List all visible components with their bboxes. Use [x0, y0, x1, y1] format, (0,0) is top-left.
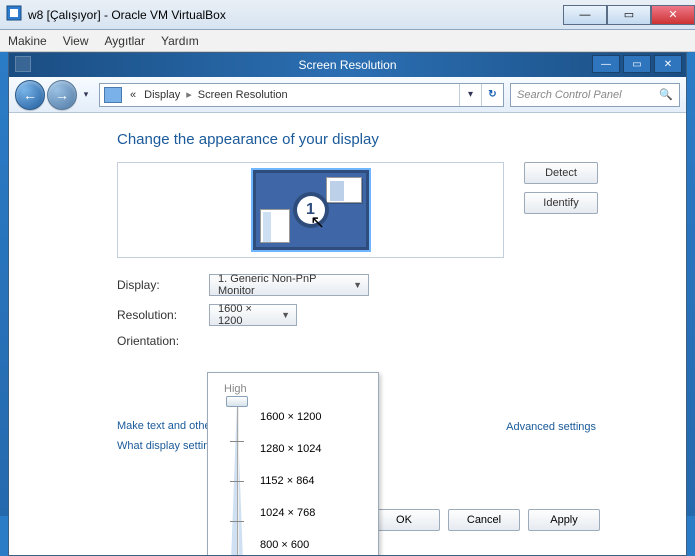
monitor-preview[interactable]: 1: [117, 162, 504, 258]
breadcrumb-display[interactable]: Display: [140, 89, 184, 101]
menu-yardim[interactable]: Yardım: [161, 34, 199, 48]
inner-minimize-button[interactable]: —: [592, 55, 620, 73]
outer-maximize-button[interactable]: ▭: [607, 5, 651, 25]
apply-button[interactable]: Apply: [528, 509, 600, 531]
chevron-down-icon: ▼: [281, 310, 290, 320]
breadcrumb-resolution[interactable]: Screen Resolution: [194, 89, 292, 101]
display-icon: [104, 87, 122, 103]
search-icon: 🔍: [659, 88, 673, 101]
cancel-button[interactable]: Cancel: [448, 509, 520, 531]
reso-option-4[interactable]: 800 × 600: [260, 529, 321, 555]
preview-window-icon: [326, 177, 362, 203]
reso-option-1[interactable]: 1280 × 1024: [260, 433, 321, 465]
advanced-settings-link[interactable]: Advanced settings: [506, 421, 596, 433]
chevron-down-icon: ▼: [353, 280, 362, 290]
detect-button[interactable]: Detect: [524, 162, 598, 184]
inner-maximize-button[interactable]: ▭: [623, 55, 651, 73]
resolution-value: 1600 × 1200: [218, 303, 274, 327]
menu-makine[interactable]: Makine: [8, 34, 47, 48]
reso-option-0[interactable]: 1600 × 1200: [260, 401, 321, 433]
resolution-options: 1600 × 1200 1280 × 1024 1152 × 864 1024 …: [256, 401, 321, 555]
inner-title: Screen Resolution: [298, 58, 396, 72]
inner-close-button[interactable]: ✕: [654, 55, 682, 73]
menu-aygitlar[interactable]: Aygıtlar: [104, 34, 144, 48]
reso-option-2[interactable]: 1152 × 864: [260, 465, 321, 497]
monitor-number: 1: [297, 196, 325, 224]
resolution-slider-popup: High 1600 × 1200 1280 × 1024: [207, 372, 379, 555]
explorer-toolbar: ← → ▾ « Display ▸ Screen Resolution ▾ ↻ …: [9, 77, 686, 113]
page-heading: Change the appearance of your display: [117, 131, 598, 148]
chevron-right-icon: ▸: [184, 88, 194, 101]
control-panel-window: Screen Resolution — ▭ ✕ ← → ▾ « Display …: [8, 52, 687, 556]
breadcrumb-dropdown-button[interactable]: ▾: [459, 84, 481, 106]
forward-button[interactable]: →: [47, 80, 77, 110]
outer-window-controls: — ▭ ✕: [563, 5, 695, 25]
inner-sysmenu-icon[interactable]: [15, 56, 31, 72]
breadcrumb-root[interactable]: «: [126, 89, 140, 101]
back-button[interactable]: ←: [15, 80, 45, 110]
identify-button[interactable]: Identify: [524, 192, 598, 214]
slider-high-label: High: [224, 383, 368, 395]
reso-option-3[interactable]: 1024 × 768: [260, 497, 321, 529]
display-value: 1. Generic Non-PnP Monitor: [218, 273, 346, 297]
virtualbox-titlebar: w8 [Çalışıyor] - Oracle VM VirtualBox — …: [0, 0, 695, 30]
resolution-dropdown[interactable]: 1600 × 1200 ▼: [209, 304, 297, 326]
inner-titlebar: Screen Resolution — ▭ ✕: [9, 53, 686, 77]
search-input[interactable]: Search Control Panel 🔍: [510, 83, 680, 107]
virtualbox-menubar: Makine View Aygıtlar Yardım: [0, 30, 695, 52]
orientation-label: Orientation:: [117, 334, 209, 348]
monitor-1[interactable]: 1: [253, 170, 369, 250]
refresh-button[interactable]: ↻: [481, 84, 503, 106]
outer-close-button[interactable]: ✕: [651, 5, 695, 25]
resolution-label: Resolution:: [117, 308, 209, 322]
virtualbox-icon: [6, 5, 22, 24]
nav-history-dropdown[interactable]: ▾: [79, 80, 93, 110]
slider-thumb[interactable]: [226, 396, 248, 407]
display-dropdown[interactable]: 1. Generic Non-PnP Monitor ▼: [209, 274, 369, 296]
display-label: Display:: [117, 278, 209, 292]
virtualbox-title: w8 [Çalışıyor] - Oracle VM VirtualBox: [28, 8, 226, 22]
search-placeholder: Search Control Panel: [517, 89, 622, 101]
preview-sidebar-icon: [260, 209, 290, 243]
resolution-slider[interactable]: [226, 401, 248, 555]
breadcrumb-bar[interactable]: « Display ▸ Screen Resolution ▾ ↻: [99, 83, 504, 107]
outer-minimize-button[interactable]: —: [563, 5, 607, 25]
menu-view[interactable]: View: [63, 34, 89, 48]
